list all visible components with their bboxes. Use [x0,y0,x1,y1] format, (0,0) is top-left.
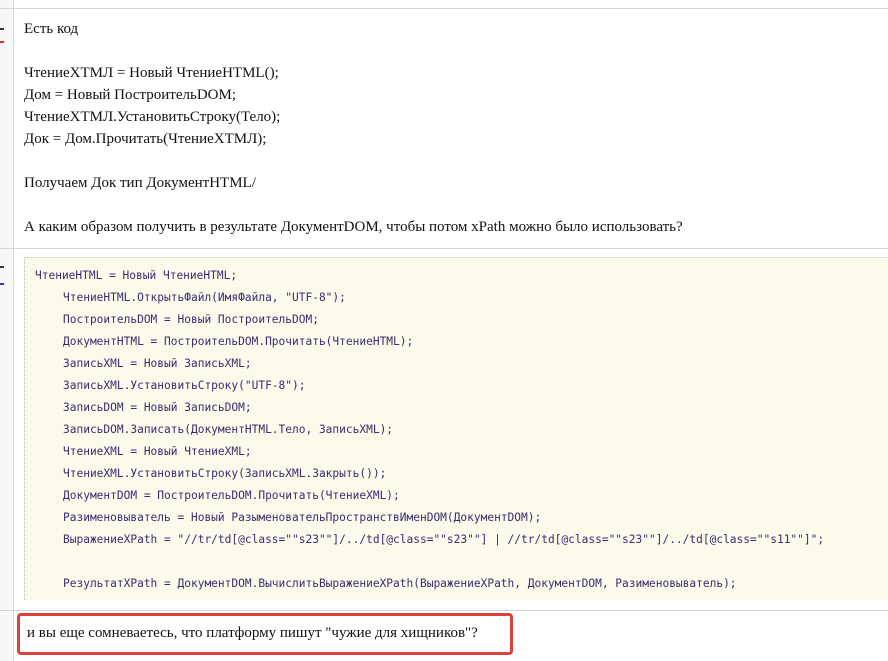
code-block: ЧтениеHTML = Новый ЧтениеHTML; ЧтениеHTM… [24,257,888,600]
post-line: ЧтениеXTМЛ = Новый ЧтениеHTML(); [24,65,279,81]
reply-text: и вы еще сомневаетесь, что платформу пиш… [27,625,478,641]
post-line: А каким образом получить в результате До… [24,219,683,235]
gutter-mark [0,266,4,268]
code-line: ВыражениеXPath = "//tr/td[@class=""s23""… [63,533,825,546]
left-gutter [0,0,14,661]
post-question: Есть код ЧтениеXTМЛ = Новый ЧтениеHTML()… [24,18,683,238]
code-line: Разименовыватель = Новый РазыменовательП… [63,511,542,524]
post-line [24,150,683,172]
gutter-mark [0,283,4,285]
code-line: ДокументDOM = ПостроительDOM.Прочитать(Ч… [63,489,400,502]
code-line: РезультатXPath = ДокументDOM.ВычислитьВы… [63,577,737,590]
post-line: ЧтениеXTМЛ.УстановитьСтроку(Тело); [24,109,281,125]
code-line: ЗаписьDOM = Новый ЗаписьDOM; [63,401,252,414]
post-line: Получаем Док тип ДокументHTML/ [24,175,256,191]
post-line [24,40,683,62]
code-line: ЗаписьDOM.Записать(ДокументHTML.Тело, За… [63,423,394,436]
highlighted-reply: и вы еще сомневаетесь, что платформу пиш… [17,613,513,655]
gutter-mark [0,28,4,30]
gutter-mark [0,41,4,43]
code-line: ЗаписьXML = Новый ЗаписьXML; [63,357,252,370]
divider [0,248,888,249]
code-line: ЧтениеXML = Новый ЧтениеXML; [63,445,252,458]
code-line: ЧтениеHTML = Новый ЧтениеHTML; [35,269,238,282]
divider [0,610,888,611]
code-line: ДокументHTML = ПостроительDOM.Прочитать(… [63,335,414,348]
code-line: ЧтениеXML.УстановитьСтроку(ЗаписьXML.Зак… [63,467,387,480]
code-line: ЧтениеHTML.ОткрытьФайл(ИмяФайла, "UTF-8"… [63,291,346,304]
code-line: ПостроительDOM = Новый ПостроительDOM; [63,313,319,326]
divider [0,8,888,9]
code-line: ЗаписьXML.УстановитьСтроку("UTF-8"); [63,379,306,392]
post-line: Док = Дом.Прочитать(ЧтениеXTМЛ); [24,131,267,147]
post-line: Дом = Новый ПостроительDOM; [24,87,237,103]
post-line [24,194,683,216]
post-line: Есть код [24,21,79,37]
